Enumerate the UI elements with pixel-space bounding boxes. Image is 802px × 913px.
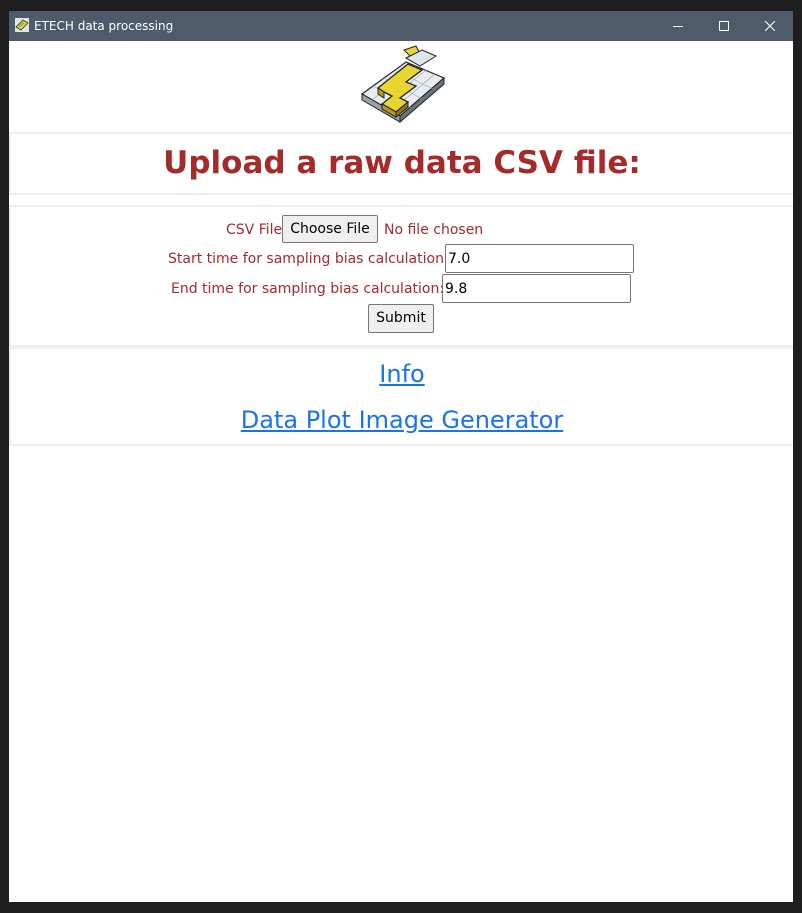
app-window: ETECH data processing Upload a raw data … [9, 11, 793, 902]
etech-logo [360, 45, 446, 124]
maximize-icon [719, 21, 729, 31]
end-time-input[interactable] [442, 274, 631, 303]
start-time-row: Start time for sampling bias calculation… [11, 244, 793, 274]
start-time-label: Start time for sampling bias calculation… [168, 251, 449, 267]
page-title: Upload a raw data CSV file: [163, 145, 641, 181]
title-bar[interactable]: ETECH data processing [9, 11, 793, 41]
heading-panel: Upload a raw data CSV file: [9, 132, 793, 195]
maximize-button[interactable] [701, 11, 747, 41]
minimize-button[interactable] [655, 11, 701, 41]
choose-file-button[interactable]: Choose File [282, 215, 378, 243]
csv-file-label: CSV File [226, 222, 283, 238]
links-panel: Info Data Plot Image Generator [9, 347, 793, 446]
plot-generator-link[interactable]: Data Plot Image Generator [11, 405, 793, 435]
submit-button[interactable]: Submit [368, 304, 434, 333]
close-button[interactable] [747, 11, 793, 41]
file-status-text: No file chosen [384, 222, 484, 238]
upload-form: CSV File Choose File No file chosen Star… [9, 205, 793, 347]
page-content: Upload a raw data CSV file: CSV File Cho… [9, 41, 793, 902]
start-time-input[interactable] [445, 244, 634, 273]
app-logo-icon [15, 18, 29, 32]
csv-file-row: CSV File Choose File No file chosen [11, 215, 793, 245]
end-time-label: End time for sampling bias calculation: [171, 281, 445, 297]
logo-area [9, 41, 793, 131]
end-time-row: End time for sampling bias calculation: [11, 274, 793, 304]
submit-row: Submit [11, 304, 793, 334]
info-link[interactable]: Info [11, 359, 793, 389]
close-icon [765, 21, 775, 31]
minimize-icon [673, 26, 683, 27]
window-title: ETECH data processing [34, 19, 174, 33]
